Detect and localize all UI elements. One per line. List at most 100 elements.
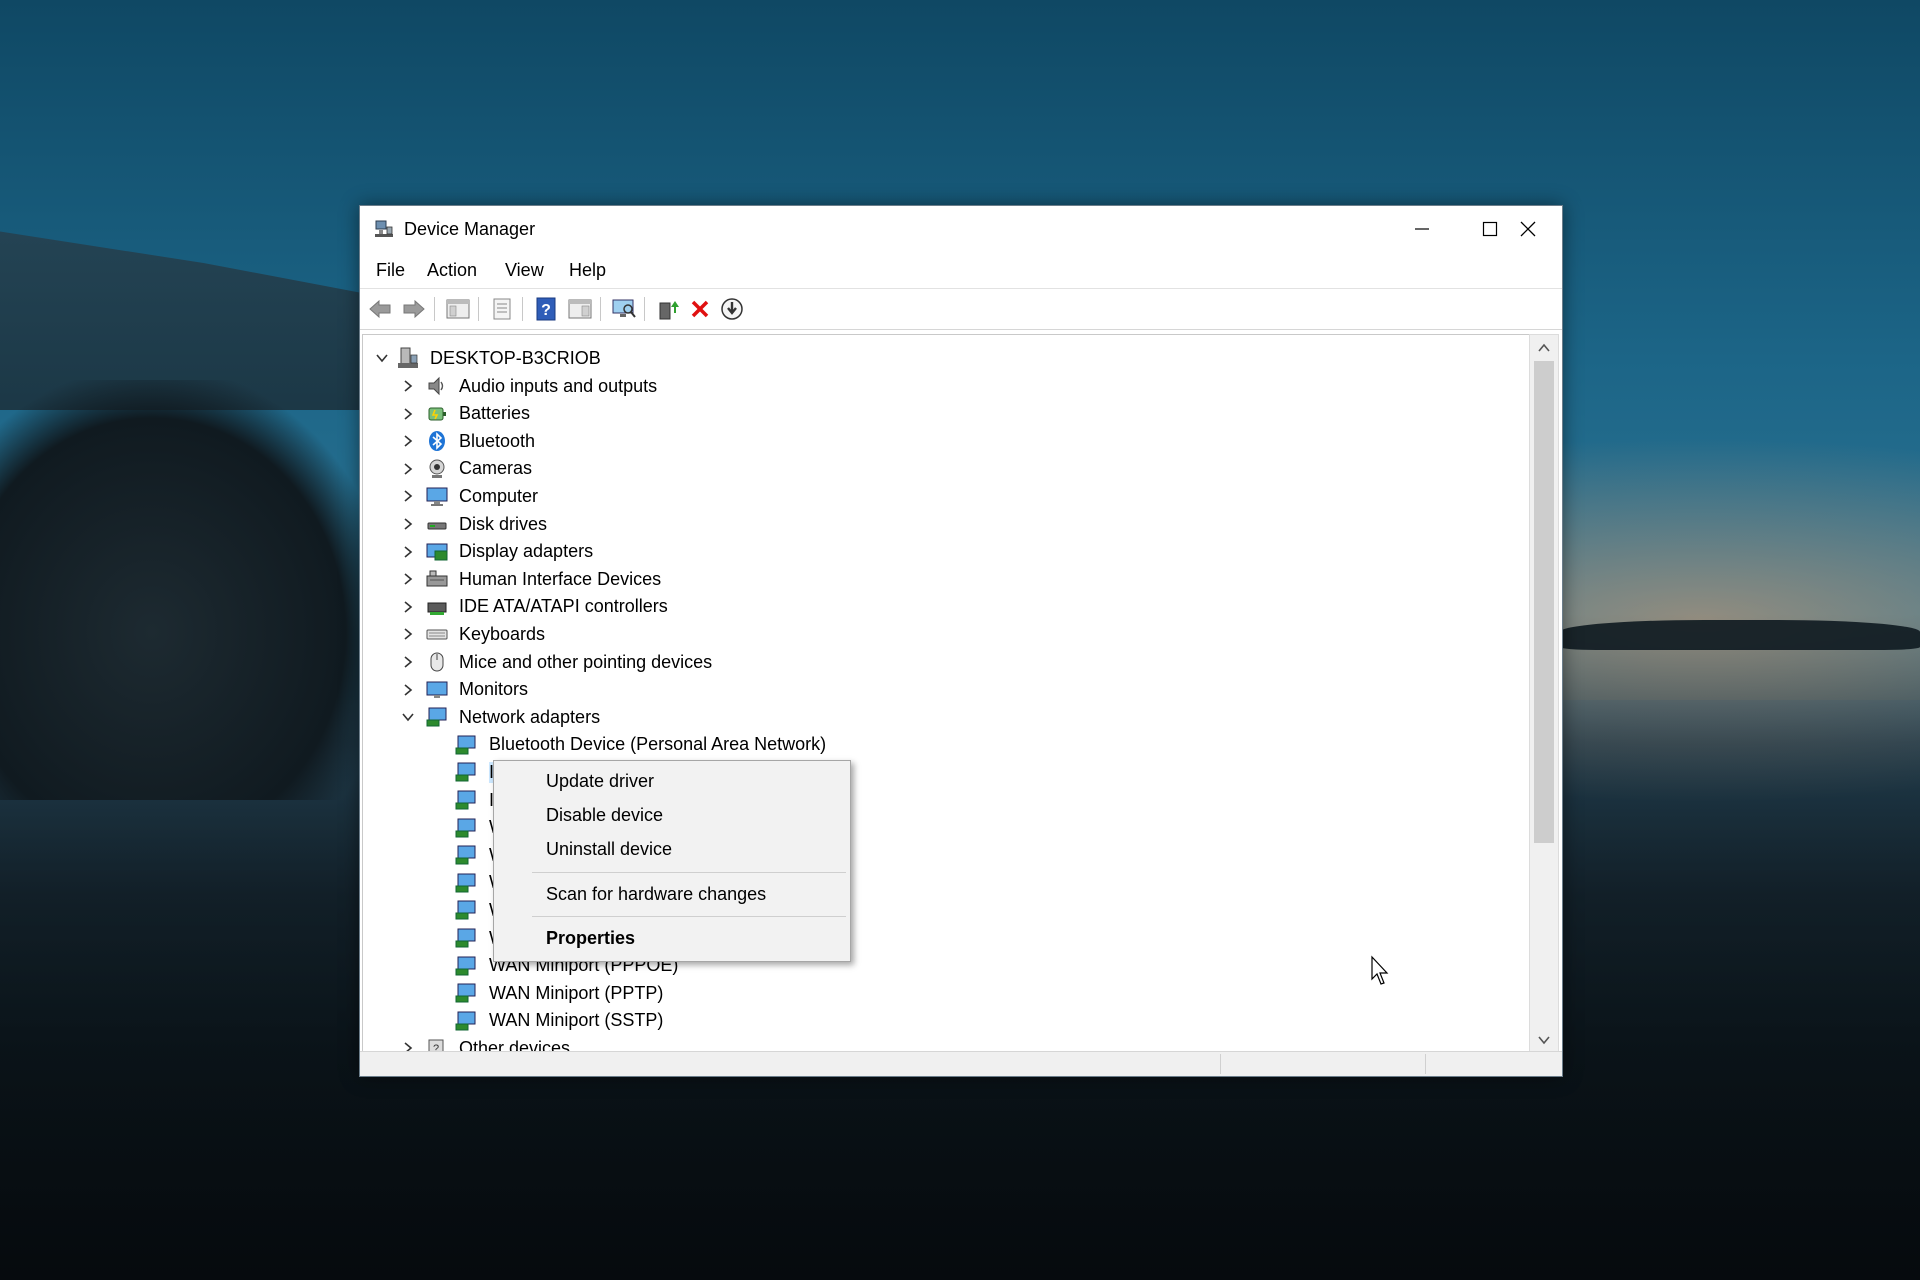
chevron-right-icon[interactable] bbox=[401, 489, 415, 503]
chevron-right-icon[interactable] bbox=[401, 600, 415, 614]
chevron-down-icon bbox=[1538, 1036, 1550, 1045]
toolbar: ? bbox=[360, 288, 1562, 330]
network-adapter-icon bbox=[455, 928, 476, 948]
close-button[interactable] bbox=[1494, 206, 1562, 252]
network-adapter-label: WAN Miniport (SSTP) bbox=[489, 1010, 664, 1031]
tree-category-label: Cameras bbox=[459, 458, 533, 479]
chevron-right-icon[interactable] bbox=[401, 407, 415, 421]
desktop-rock bbox=[0, 380, 380, 800]
tree-category-label: Audio inputs and outputs bbox=[459, 375, 658, 396]
network-adapter-icon bbox=[455, 845, 476, 865]
chevron-right-icon[interactable] bbox=[401, 462, 415, 476]
minimize-icon bbox=[1415, 228, 1429, 230]
help-button[interactable]: ? bbox=[532, 295, 560, 323]
tree-category-label: Monitors bbox=[459, 679, 529, 700]
network-adapter-icon bbox=[426, 707, 447, 727]
scroll-down-button[interactable] bbox=[1530, 1027, 1558, 1053]
ctx-properties[interactable]: Properties bbox=[546, 928, 635, 949]
back-icon bbox=[369, 299, 391, 319]
action-pane-button[interactable] bbox=[566, 295, 594, 323]
speaker-icon bbox=[428, 376, 444, 396]
ctx-disable-device[interactable]: Disable device bbox=[546, 805, 663, 826]
network-adapter-icon bbox=[455, 900, 476, 920]
chevron-down-icon[interactable] bbox=[401, 710, 415, 724]
menu-help[interactable]: Help bbox=[569, 260, 606, 281]
root-label: DESKTOP-B3CRIOB bbox=[430, 347, 601, 368]
keyboard-icon bbox=[426, 629, 448, 640]
chevron-right-icon[interactable] bbox=[401, 655, 415, 669]
chevron-right-icon[interactable] bbox=[401, 545, 415, 559]
status-separator bbox=[1425, 1054, 1426, 1074]
menu-bar: File Action View Help bbox=[360, 254, 1562, 288]
ctx-separator bbox=[532, 916, 846, 917]
network-adapter-icon bbox=[455, 983, 476, 1003]
chevron-right-icon[interactable] bbox=[401, 627, 415, 641]
back-button[interactable] bbox=[366, 295, 394, 323]
properties-button[interactable] bbox=[488, 295, 516, 323]
toolbar-separator bbox=[522, 297, 523, 321]
chevron-right-icon[interactable] bbox=[401, 517, 415, 531]
disk-icon bbox=[427, 522, 447, 530]
menu-action[interactable]: Action bbox=[427, 260, 477, 281]
menu-file[interactable]: File bbox=[376, 260, 405, 281]
network-adapter-icon bbox=[455, 735, 476, 755]
desktop-island bbox=[1560, 620, 1920, 650]
window-title: Device Manager bbox=[404, 219, 536, 239]
uninstall-button[interactable] bbox=[686, 295, 714, 323]
network-adapter-icon bbox=[455, 790, 476, 810]
chevron-right-icon[interactable] bbox=[401, 379, 415, 393]
toolbar-separator bbox=[434, 297, 435, 321]
display-adapter-icon bbox=[426, 543, 448, 561]
title-bar[interactable]: Device Manager bbox=[360, 206, 1562, 252]
scan-hardware-button[interactable] bbox=[610, 295, 638, 323]
network-adapter-icon bbox=[455, 956, 476, 976]
tree-category-label: Keyboards bbox=[459, 623, 546, 644]
ctx-scan-hardware[interactable]: Scan for hardware changes bbox=[546, 884, 766, 905]
console-tree-button[interactable] bbox=[444, 295, 472, 323]
show-hide-console-tree-icon bbox=[446, 299, 470, 319]
ctx-update-driver[interactable]: Update driver bbox=[546, 771, 654, 792]
battery-icon bbox=[428, 407, 446, 421]
toolbar-separator bbox=[478, 297, 479, 321]
scrollbar-thumb[interactable] bbox=[1534, 361, 1554, 843]
update-driver-button[interactable] bbox=[654, 295, 682, 323]
minimize-button[interactable] bbox=[1388, 206, 1456, 252]
tree-category-label: Computer bbox=[459, 485, 539, 506]
context-menu: Update driver Disable device Uninstall d… bbox=[493, 760, 851, 962]
tree-category-label: Display adapters bbox=[459, 541, 594, 562]
scroll-up-button[interactable] bbox=[1530, 335, 1558, 361]
svg-text:?: ? bbox=[541, 302, 551, 319]
ctx-uninstall-device[interactable]: Uninstall device bbox=[546, 839, 672, 860]
ide-controller-icon bbox=[427, 602, 447, 615]
desktop-building bbox=[0, 231, 370, 410]
help-icon: ? bbox=[536, 297, 556, 321]
network-adapter-icon bbox=[455, 762, 476, 782]
tree-category-label: Mice and other pointing devices bbox=[459, 651, 713, 672]
tree-category-label: Batteries bbox=[459, 403, 531, 424]
status-separator bbox=[1220, 1054, 1221, 1074]
chevron-right-icon[interactable] bbox=[401, 434, 415, 448]
network-adapter-icon bbox=[455, 818, 476, 838]
device-manager-icon bbox=[374, 219, 394, 239]
network-adapter-icon bbox=[455, 873, 476, 893]
chevron-right-icon[interactable] bbox=[401, 683, 415, 697]
tree-category-label: Disk drives bbox=[459, 513, 548, 534]
toolbar-separator bbox=[600, 297, 601, 321]
mouse-cursor-icon bbox=[1370, 955, 1392, 992]
menu-view[interactable]: View bbox=[505, 260, 544, 281]
mouse-icon bbox=[430, 652, 444, 672]
camera-icon bbox=[429, 459, 445, 478]
disable-button[interactable] bbox=[718, 295, 746, 323]
disable-icon bbox=[721, 298, 743, 320]
vertical-scrollbar[interactable] bbox=[1529, 334, 1559, 1054]
forward-button[interactable] bbox=[400, 295, 428, 323]
tree-category-label: Network adapters bbox=[459, 706, 601, 727]
properties-icon bbox=[493, 298, 511, 320]
ctx-separator bbox=[532, 872, 846, 873]
close-icon bbox=[1520, 221, 1536, 237]
tree-category-label: Bluetooth bbox=[459, 430, 536, 451]
chevron-right-icon[interactable] bbox=[401, 572, 415, 586]
chevron-down-icon[interactable] bbox=[375, 351, 389, 365]
chevron-up-icon bbox=[1538, 343, 1550, 352]
status-bar bbox=[360, 1051, 1562, 1076]
